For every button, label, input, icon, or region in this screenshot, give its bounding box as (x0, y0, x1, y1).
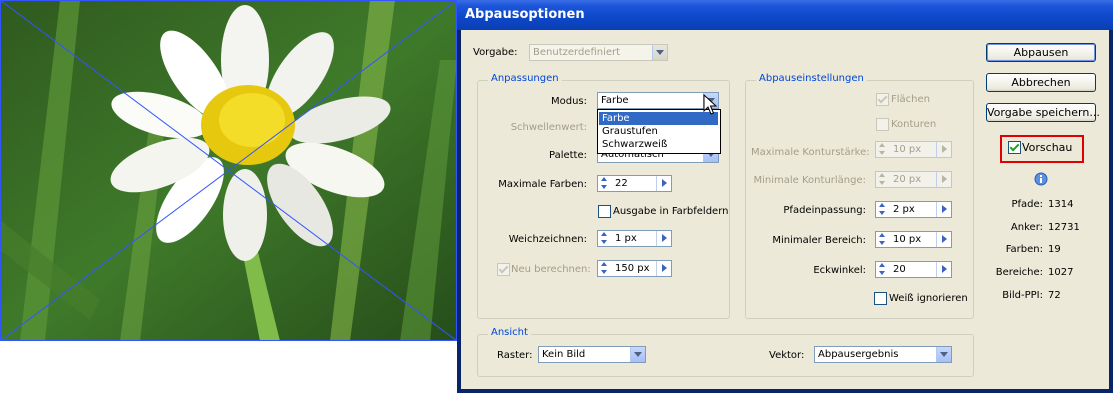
max-colors-value: 22 (615, 178, 628, 189)
blur-label: Weichzeichnen: (508, 234, 587, 245)
mode-option-blackwhite[interactable]: Schwarzweiß (599, 138, 718, 151)
max-stroke-weight-label: Maximale Konturstärke: (751, 147, 870, 158)
min-area-label: Minimaler Bereich: (772, 235, 866, 246)
chevron-right-icon[interactable] (656, 261, 671, 276)
resample-value: 150 px (615, 263, 650, 274)
min-stroke-length-label: Minimale Konturlänge: (753, 175, 867, 186)
chevron-down-icon[interactable] (630, 347, 645, 362)
stepper-icon[interactable] (599, 232, 610, 245)
preview-checkbox[interactable] (1008, 141, 1021, 154)
info-icon (1034, 172, 1048, 186)
preview-label: Vorschau (1022, 141, 1073, 154)
corner-angle-spinner[interactable]: 20 (875, 261, 952, 278)
mode-label: Modus: (550, 96, 587, 107)
stepper-icon[interactable] (877, 173, 888, 186)
raster-label: Raster: (497, 350, 533, 361)
min-stroke-length-spinner[interactable]: 20 px (875, 171, 952, 188)
max-colors-label: Maximale Farben: (498, 179, 587, 190)
chevron-right-icon[interactable] (656, 176, 671, 191)
stat-colors-value: 19 (1048, 244, 1061, 255)
chevron-right-icon[interactable] (936, 262, 951, 277)
trace-options-dialog: Abpausoptionen Vorgabe: Benutzerdefinier… (457, 0, 1113, 393)
fills-label: Flächen (891, 94, 930, 105)
preset-value: Benutzerdefiniert (533, 47, 621, 58)
min-stroke-length-value: 20 px (893, 174, 922, 185)
traced-image-preview (0, 0, 457, 341)
vector-label: Vektor: (769, 350, 805, 361)
vector-dropdown[interactable]: Abpausergebnis (814, 346, 952, 363)
min-area-value: 10 px (893, 234, 922, 245)
raster-value: Kein Bild (542, 349, 586, 360)
stat-image-ppi-label: Bild-PPI: (1002, 290, 1043, 301)
stepper-icon[interactable] (877, 263, 888, 276)
mode-option-color[interactable]: Farbe (599, 112, 718, 125)
trace-settings-group (745, 80, 974, 319)
ignore-white-checkbox[interactable] (874, 292, 887, 305)
stat-anchors-label: Anker: (1010, 222, 1043, 233)
trace-settings-group-title: Abpauseinstellungen (756, 73, 867, 84)
strokes-label: Konturen (891, 119, 937, 130)
blur-spinner[interactable]: 1 px (597, 230, 672, 247)
save-preset-button[interactable]: Vorgabe speichern... (986, 103, 1100, 122)
chevron-down-icon[interactable] (652, 45, 667, 60)
mode-dropdown[interactable]: Farbe (597, 92, 719, 109)
path-fitting-value: 2 px (893, 204, 915, 215)
mouse-cursor-icon (703, 94, 718, 115)
title-bar[interactable]: Abpausoptionen (457, 0, 1113, 30)
preset-dropdown[interactable]: Benutzerdefiniert (529, 44, 668, 61)
mode-value: Farbe (601, 95, 629, 106)
palette-label: Palette: (548, 150, 587, 161)
path-fitting-label: Pfadeinpassung: (783, 205, 866, 216)
corner-angle-label: Eckwinkel: (813, 265, 866, 276)
stat-colors-label: Farben: (1005, 244, 1043, 255)
min-area-spinner[interactable]: 10 px (875, 231, 952, 248)
chevron-right-icon[interactable] (656, 231, 671, 246)
max-colors-spinner[interactable]: 22 (597, 175, 672, 192)
blur-value: 1 px (615, 233, 637, 244)
stat-image-ppi-value: 72 (1048, 290, 1061, 301)
threshold-label: Schwellenwert: (510, 122, 587, 133)
stat-paths-label: Pfade: (1011, 199, 1043, 210)
resample-label: Neu berechnen: (511, 264, 591, 275)
chevron-down-icon[interactable] (936, 347, 951, 362)
trace-button[interactable]: Abpausen (986, 43, 1096, 62)
output-swatches-checkbox[interactable] (598, 205, 611, 218)
stat-paths-value: 1314 (1048, 199, 1074, 210)
max-stroke-weight-value: 10 px (893, 144, 922, 155)
max-stroke-weight-spinner[interactable]: 10 px (875, 141, 952, 158)
preset-label: Vorgabe: (473, 47, 518, 58)
resample-checkbox[interactable] (497, 263, 510, 276)
chevron-right-icon[interactable] (936, 172, 951, 187)
stat-areas-value: 1027 (1048, 267, 1074, 278)
chevron-right-icon[interactable] (936, 232, 951, 247)
stat-areas-label: Bereiche: (995, 267, 1043, 278)
cancel-button[interactable]: Abbrechen (986, 73, 1096, 92)
adjustments-group-title: Anpassungen (488, 73, 562, 84)
dialog-title: Abpausoptionen (465, 7, 585, 22)
output-swatches-label: Ausgabe in Farbfeldern (613, 206, 729, 217)
stepper-icon[interactable] (599, 177, 610, 190)
raster-dropdown[interactable]: Kein Bild (538, 346, 646, 363)
chevron-right-icon[interactable] (936, 202, 951, 217)
stepper-icon[interactable] (599, 262, 610, 275)
strokes-checkbox[interactable] (876, 118, 889, 131)
mode-option-grayscale[interactable]: Graustufen (599, 125, 718, 138)
resample-spinner[interactable]: 150 px (597, 260, 672, 277)
fills-checkbox[interactable] (876, 93, 889, 106)
stat-anchors-value: 12731 (1048, 222, 1080, 233)
vector-value: Abpausergebnis (818, 349, 899, 360)
chevron-right-icon[interactable] (936, 142, 951, 157)
dialog-client-area: Vorgabe: Benutzerdefiniert Anpassungen M… (461, 30, 1109, 389)
path-fitting-spinner[interactable]: 2 px (875, 201, 952, 218)
corner-angle-value: 20 (893, 264, 906, 275)
view-group-title: Ansicht (488, 327, 531, 338)
stepper-icon[interactable] (877, 203, 888, 216)
stepper-icon[interactable] (877, 143, 888, 156)
stepper-icon[interactable] (877, 233, 888, 246)
ignore-white-label: Weiß ignorieren (889, 293, 968, 304)
daisy-center-highlight (219, 93, 285, 147)
